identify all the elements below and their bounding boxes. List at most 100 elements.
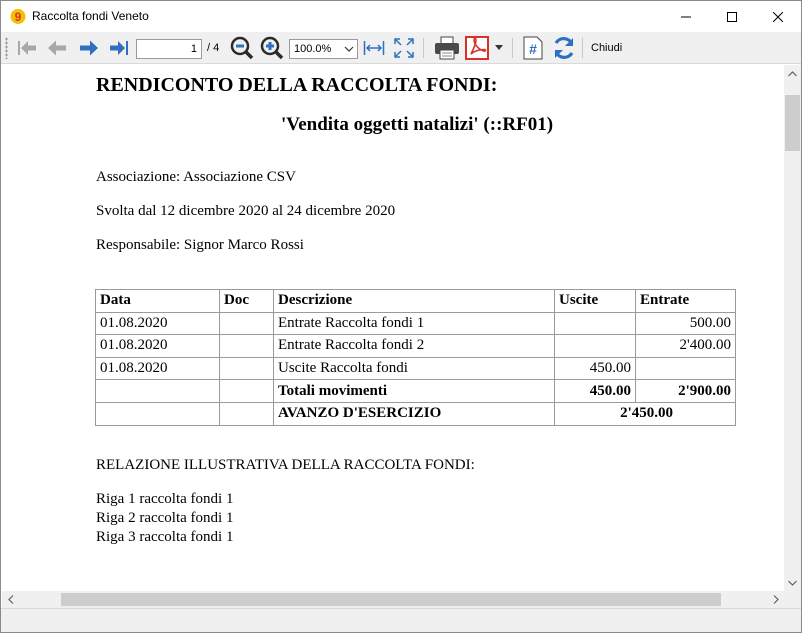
toolbar-separator <box>423 38 424 58</box>
close-report-button[interactable]: Chiudi <box>591 42 622 54</box>
totals-uscite: 450.00 <box>554 379 636 403</box>
scroll-right-button[interactable] <box>767 591 784 608</box>
vertical-scroll-thumb[interactable] <box>785 95 800 151</box>
cell-uscite: 450.00 <box>554 356 636 381</box>
refresh-icon <box>554 37 574 59</box>
page-total-label: / 4 <box>207 42 220 54</box>
table-row: 01.08.2020 Entrate Raccolta fondi 2 2'40… <box>95 334 736 358</box>
movements-table: Data Doc Descrizione Uscite Entrate 01.0… <box>95 289 736 426</box>
chevron-up-icon <box>788 70 797 76</box>
export-options-button[interactable] <box>492 35 506 61</box>
surplus-label: AVANZO D'ESERCIZIO <box>273 401 555 426</box>
fit-width-icon <box>363 41 385 55</box>
zoom-in-button[interactable] <box>259 35 285 61</box>
cell-data: 01.08.2020 <box>95 311 220 336</box>
table-header-row: Data Doc Descrizione Uscite Entrate <box>95 289 736 313</box>
status-bar <box>1 608 801 632</box>
report-line: Riga 2 raccolta fondi 1 <box>96 510 234 526</box>
cell-descrizione: Entrate Raccolta fondi 2 <box>273 334 555 358</box>
cell-descrizione: Entrate Raccolta fondi 1 <box>273 311 555 336</box>
last-page-icon <box>110 41 128 55</box>
association-line: Associazione: Associazione CSV <box>96 169 296 185</box>
surplus-row: AVANZO D'ESERCIZIO 2'450.00 <box>95 401 736 426</box>
period-line: Svolta dal 12 dicembre 2020 al 24 dicemb… <box>96 203 396 219</box>
cell-descrizione: Uscite Raccolta fondi <box>273 356 555 381</box>
report-line: Riga 1 raccolta fondi 1 <box>96 491 234 507</box>
zoom-in-icon <box>260 36 284 60</box>
page-number-input[interactable]: 1 <box>136 39 202 59</box>
zoom-out-icon <box>230 36 254 60</box>
toolbar-grip[interactable] <box>5 37 8 59</box>
toolbar-separator <box>582 38 583 58</box>
report-subtitle: 'Vendita oggetti natalizi' (::RF01) <box>280 114 554 135</box>
report-title: RENDICONTO DELLA RACCOLTA FONDI: <box>96 74 498 96</box>
chevron-left-icon <box>7 595 13 604</box>
cell-doc <box>219 334 274 358</box>
print-icon <box>435 36 459 60</box>
chevron-right-icon <box>773 595 779 604</box>
scrollbar-corner <box>784 591 801 608</box>
fit-width-button[interactable] <box>362 35 386 61</box>
fit-page-icon <box>394 38 414 58</box>
refresh-button[interactable] <box>550 35 578 61</box>
cell-data: 01.08.2020 <box>95 356 220 381</box>
surplus-value: 2'450.00 <box>554 401 736 426</box>
horizontal-scroll-thumb[interactable] <box>61 593 721 606</box>
next-page-icon <box>80 40 98 56</box>
cell-entrate <box>635 356 736 381</box>
zoom-select[interactable]: 100.0% <box>289 39 358 59</box>
report-viewport[interactable]: RENDICONTO DELLA RACCOLTA FONDI: 'Vendit… <box>2 65 784 591</box>
vertical-scrollbar[interactable] <box>784 65 801 591</box>
scroll-left-button[interactable] <box>2 591 19 608</box>
cell-empty <box>219 401 274 426</box>
table-row: 01.08.2020 Entrate Raccolta fondi 1 500.… <box>95 311 736 336</box>
export-pdf-button[interactable] <box>464 35 490 61</box>
page-number-button[interactable]: # <box>521 35 545 61</box>
close-window-button[interactable] <box>755 1 801 32</box>
maximize-button[interactable] <box>709 1 755 32</box>
cell-doc <box>219 356 274 381</box>
print-button[interactable] <box>432 35 462 61</box>
maximize-icon <box>727 11 737 22</box>
cell-data: 01.08.2020 <box>95 334 220 358</box>
cell-empty <box>95 401 220 426</box>
column-header-entrate: Entrate <box>635 289 736 313</box>
toolbar: 1 / 4 100.0% # Chiudi <box>1 32 801 64</box>
previous-page-button[interactable] <box>44 35 70 61</box>
page-number-icon: # <box>523 36 543 60</box>
horizontal-scrollbar[interactable] <box>2 591 784 608</box>
svg-text:#: # <box>529 41 537 57</box>
cell-empty <box>219 379 274 403</box>
svg-text:9: 9 <box>15 10 22 24</box>
column-header-data: Data <box>95 289 220 313</box>
report-line: Riga 3 raccolta fondi 1 <box>96 529 234 545</box>
cell-entrate: 2'400.00 <box>635 334 736 358</box>
report-window: 9 Raccolta fondi Veneto 1 / 4 100.0% # C… <box>0 0 802 633</box>
scroll-down-button[interactable] <box>784 574 801 591</box>
report-heading: RELAZIONE ILLUSTRATIVA DELLA RACCOLTA FO… <box>96 457 475 473</box>
column-header-doc: Doc <box>219 289 274 313</box>
previous-page-icon <box>48 40 66 56</box>
column-header-uscite: Uscite <box>554 289 636 313</box>
close-icon <box>773 11 783 22</box>
last-page-button[interactable] <box>106 35 132 61</box>
dropdown-icon <box>495 45 503 50</box>
minimize-button[interactable] <box>663 1 709 32</box>
minimize-icon <box>681 16 691 17</box>
totals-entrate: 2'900.00 <box>635 379 736 403</box>
zoom-value: 100.0% <box>294 43 332 55</box>
toolbar-separator <box>512 38 513 58</box>
cell-uscite <box>554 311 636 336</box>
scroll-up-button[interactable] <box>784 65 801 82</box>
totals-row: Totali movimenti 450.00 2'900.00 <box>95 379 736 403</box>
fit-page-button[interactable] <box>392 35 416 61</box>
table-row: 01.08.2020 Uscite Raccolta fondi 450.00 <box>95 356 736 381</box>
zoom-out-button[interactable] <box>229 35 255 61</box>
title-bar: 9 Raccolta fondi Veneto <box>1 1 801 32</box>
first-page-button[interactable] <box>14 35 40 61</box>
next-page-button[interactable] <box>76 35 102 61</box>
window-title: Raccolta fondi Veneto <box>32 9 149 23</box>
cell-entrate: 500.00 <box>635 311 736 336</box>
manager-line: Responsabile: Signor Marco Rossi <box>96 237 304 253</box>
cell-doc <box>219 311 274 336</box>
